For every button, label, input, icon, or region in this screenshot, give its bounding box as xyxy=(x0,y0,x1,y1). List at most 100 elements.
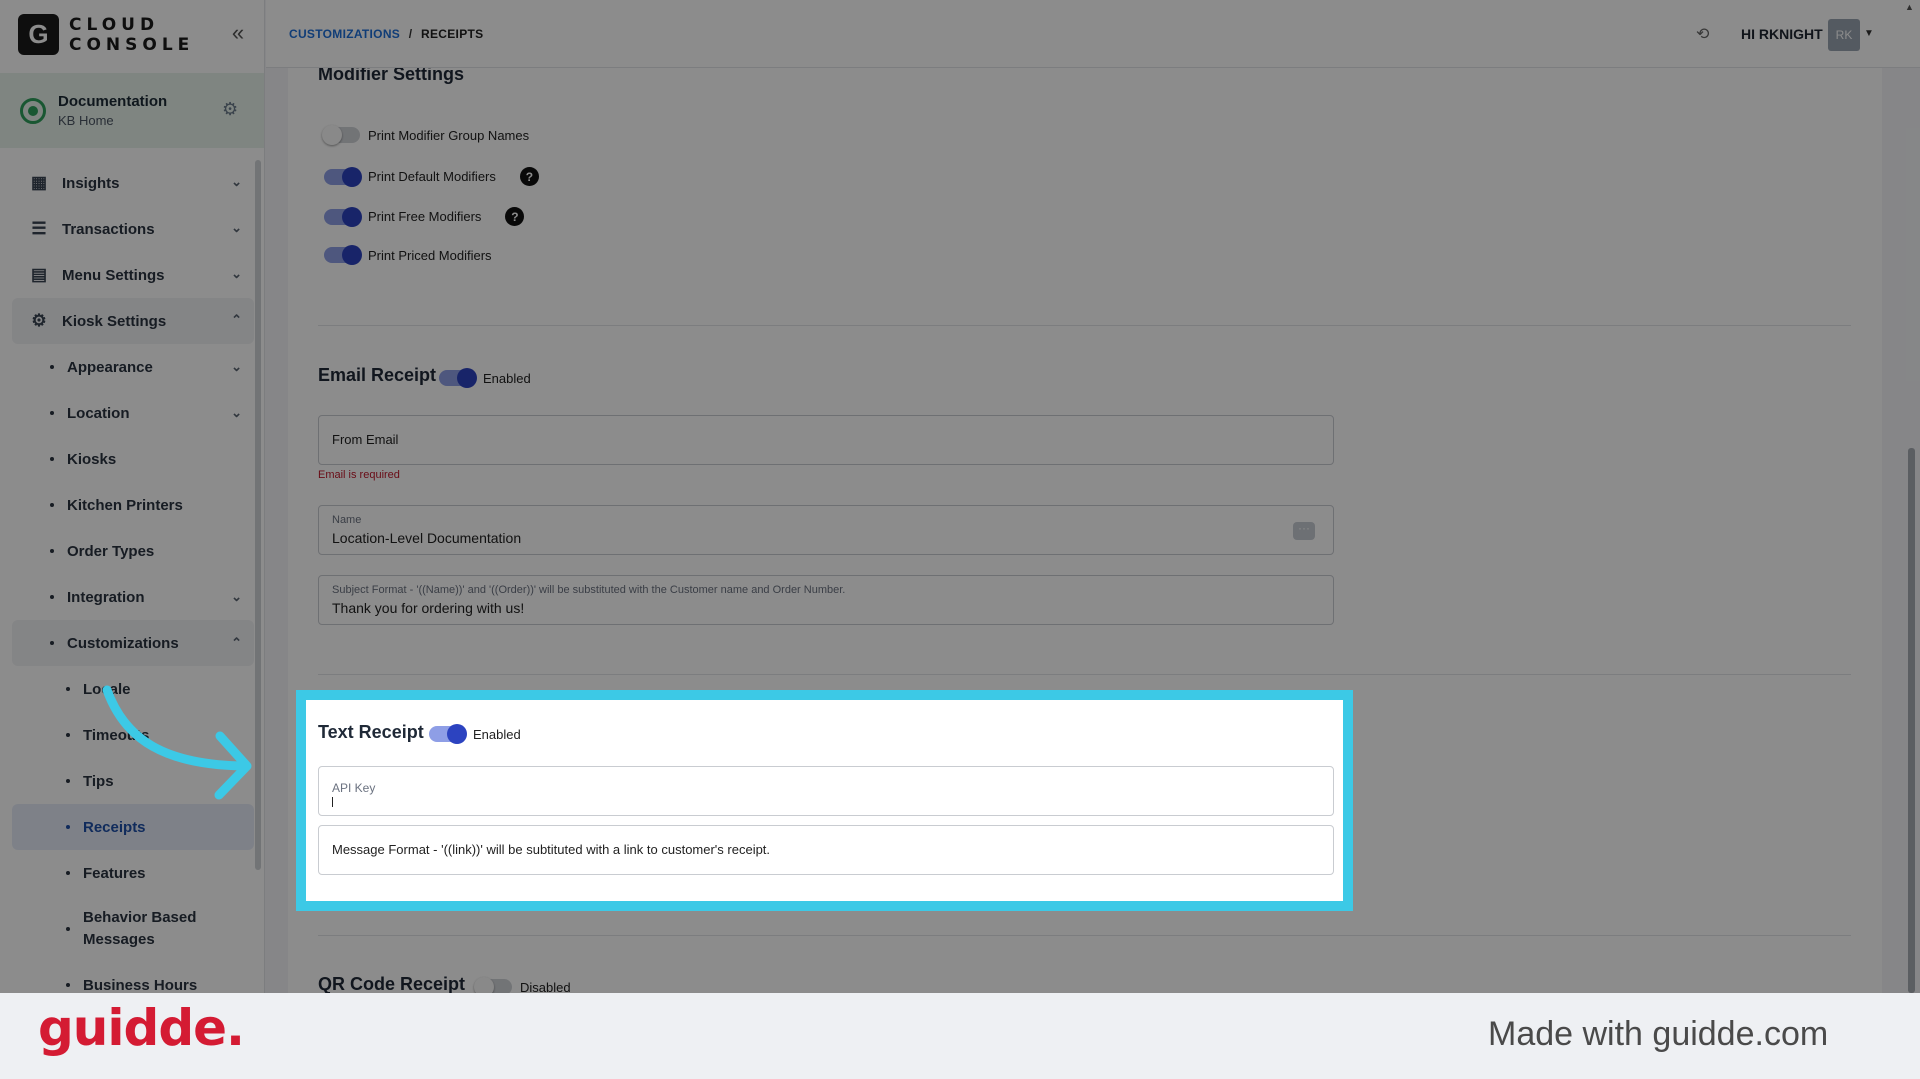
from-email-placeholder: From Email xyxy=(332,432,399,447)
qr-receipt-status: Disabled xyxy=(520,979,571,994)
from-email-field[interactable]: From Email xyxy=(318,415,1334,465)
api-key-field[interactable]: API Key xyxy=(318,766,1334,816)
menu-settings-icon: ▤ xyxy=(30,265,48,284)
sidebar-subitem-behavior-messages[interactable]: Behavior Based Messages xyxy=(12,896,254,962)
user-greeting[interactable]: HI RKNIGHT xyxy=(1741,26,1823,42)
text-receipt-title: Text Receipt xyxy=(318,722,424,742)
toggle-row-priced: Print Priced Modifiers xyxy=(324,245,492,265)
name-value: Location-Level Documentation xyxy=(332,530,522,546)
help-icon[interactable]: ? xyxy=(505,207,525,226)
location-pin-icon xyxy=(20,97,46,124)
sidebar-item-kiosk-settings[interactable]: ⚙ Kiosk Settings ⌃ xyxy=(12,298,254,344)
chevron-down-icon: ⌄ xyxy=(231,405,242,420)
breadcrumb-customizations-link[interactable]: CUSTOMIZATIONS xyxy=(289,27,400,41)
sidebar-item-label: Kiosk Settings xyxy=(62,312,167,330)
sidebar-subitem-kitchen-printers[interactable]: Kitchen Printers xyxy=(12,482,254,528)
breadcrumb: CUSTOMIZATIONS / RECEIPTS xyxy=(289,27,483,41)
print-free-modifiers-toggle[interactable] xyxy=(324,206,362,227)
made-with-text: Made with guidde.com xyxy=(1488,1015,1829,1053)
footer: guidde. Made with guidde.com xyxy=(0,993,1920,1079)
text-receipt-status: Enabled xyxy=(473,726,521,742)
sidebar-subitem-appearance[interactable]: Appearance ⌄ xyxy=(12,344,254,390)
app-logo[interactable]: G CLOUD CONSOLE xyxy=(18,14,194,55)
email-receipt-status: Enabled xyxy=(483,370,531,386)
qr-receipt-title: QR Code Receipt xyxy=(318,974,466,993)
sidebar-subitem-customizations[interactable]: Customizations ⌃ xyxy=(12,620,254,666)
guidde-logo: guidde. xyxy=(38,999,245,1057)
chevron-down-icon: ⌄ xyxy=(231,220,242,235)
text-cursor xyxy=(332,797,333,807)
subject-value: Thank you for ordering with us! xyxy=(332,600,525,616)
org-selector[interactable]: Documentation KB Home ⚙ xyxy=(0,73,264,148)
breadcrumb-separator: / xyxy=(408,27,413,41)
email-error: Email is required xyxy=(318,469,400,481)
sidebar-subitem-location[interactable]: Location ⌄ xyxy=(12,390,254,436)
text-receipt-section: Text Receipt Enabled API Key Message For… xyxy=(296,690,1353,911)
print-group-names-toggle[interactable] xyxy=(322,125,360,145)
sidebar-subitem-features[interactable]: Features xyxy=(12,850,254,896)
more-options-icon[interactable]: ··· xyxy=(1293,522,1315,540)
qr-receipt-toggle-row: Disabled xyxy=(474,977,571,994)
sidebar-item-label: Transactions xyxy=(62,220,155,238)
sidebar-subitem-integration[interactable]: Integration ⌄ xyxy=(12,574,254,620)
modifier-settings-title: Modifier Settings xyxy=(318,68,465,84)
sidebar-subitem-order-types[interactable]: Order Types xyxy=(12,528,254,574)
sidebar-item-label: Insights xyxy=(62,174,120,192)
sidebar-subitem-kiosks[interactable]: Kiosks xyxy=(12,436,254,482)
collapse-sidebar-icon[interactable]: « xyxy=(226,22,250,46)
refresh-icon[interactable]: ⟲ xyxy=(1696,24,1709,44)
divider xyxy=(318,674,1851,675)
text-receipt-toggle[interactable] xyxy=(429,724,467,744)
sidebar-item-insights[interactable]: ▦ Insights ⌄ xyxy=(12,160,254,206)
text-receipt-toggle-row: Enabled xyxy=(429,724,521,744)
breadcrumb-current: RECEIPTS xyxy=(421,27,484,41)
subject-label: Subject Format - '((Name))' and '((Order… xyxy=(332,584,846,596)
logo-line-2: CONSOLE xyxy=(69,34,195,55)
sidebar-subitem-business-hours[interactable]: Business Hours xyxy=(12,962,254,993)
name-label: Name xyxy=(332,514,362,526)
divider xyxy=(318,935,1851,936)
avatar[interactable]: RK xyxy=(1828,19,1860,51)
chevron-down-icon: ⌄ xyxy=(231,359,242,374)
print-default-modifiers-toggle[interactable] xyxy=(324,166,362,187)
subject-format-field[interactable]: Subject Format - '((Name))' and '((Order… xyxy=(318,575,1334,625)
content-scrollbar[interactable] xyxy=(1908,448,1915,993)
top-bar: CUSTOMIZATIONS / RECEIPTS ⟲ HI RKNIGHT R… xyxy=(266,0,1920,68)
chevron-up-icon: ⌃ xyxy=(231,312,242,327)
message-format-field[interactable]: Message Format - '((link))' will be subt… xyxy=(318,825,1334,875)
toggle-row-free: Print Free Modifiers ? xyxy=(324,206,525,227)
email-receipt-title: Email Receipt xyxy=(318,365,437,385)
email-receipt-toggle[interactable] xyxy=(439,368,477,388)
toggle-row-group-names: Print Modifier Group Names xyxy=(322,125,529,145)
org-sub: KB Home xyxy=(58,113,114,128)
divider xyxy=(318,325,1851,326)
logo-mark: G xyxy=(18,14,59,55)
chevron-down-icon: ⌄ xyxy=(231,589,242,604)
org-gear-icon[interactable]: ⚙ xyxy=(222,99,238,120)
name-field[interactable]: Name Location-Level Documentation ··· xyxy=(318,505,1334,555)
caret-down-icon[interactable]: ▼ xyxy=(1864,28,1874,39)
insights-icon: ▦ xyxy=(30,173,48,192)
pointer-arrow-icon xyxy=(102,685,252,800)
help-icon[interactable]: ? xyxy=(519,167,539,186)
qr-receipt-toggle[interactable] xyxy=(474,977,512,993)
chevron-down-icon: ⌄ xyxy=(231,266,242,281)
sidebar-nav: ▦ Insights ⌄ ☰ Transactions ⌄ ▤ Menu Set… xyxy=(12,160,254,993)
chevron-down-icon: ⌄ xyxy=(231,174,242,189)
sidebar-item-menu-settings[interactable]: ▤ Menu Settings ⌄ xyxy=(12,252,254,298)
sidebar-item-transactions[interactable]: ☰ Transactions ⌄ xyxy=(12,206,254,252)
scroll-up-icon[interactable]: ▲ xyxy=(1905,2,1914,12)
email-receipt-toggle-row: Enabled xyxy=(439,368,531,388)
api-key-label: API Key xyxy=(332,781,376,795)
sidebar-subitem-receipts[interactable]: Receipts xyxy=(12,804,254,850)
gear-icon: ⚙ xyxy=(31,311,47,330)
sidebar: G CLOUD CONSOLE « Documentation KB Home … xyxy=(0,0,265,993)
logo-line-1: CLOUD xyxy=(69,14,160,35)
chevron-up-icon: ⌃ xyxy=(231,635,242,650)
transactions-icon: ☰ xyxy=(31,219,47,238)
message-format-placeholder: Message Format - '((link))' will be subt… xyxy=(332,842,771,857)
org-name: Documentation xyxy=(58,93,168,110)
sidebar-item-label: Menu Settings xyxy=(62,266,165,284)
print-priced-modifiers-toggle[interactable] xyxy=(324,245,362,265)
toggle-row-default: Print Default Modifiers ? xyxy=(324,166,539,187)
